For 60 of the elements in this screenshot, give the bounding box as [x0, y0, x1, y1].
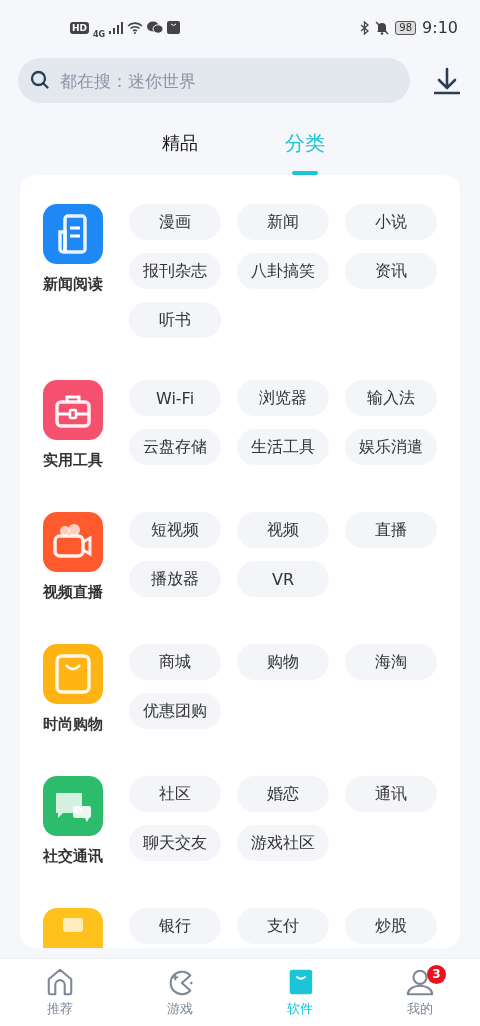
- tag-chip[interactable]: 婚恋: [237, 776, 329, 812]
- bag-icon: [167, 21, 181, 34]
- search-icon: [30, 70, 50, 90]
- tag-chip[interactable]: 优惠团购: [129, 693, 221, 729]
- category-icon[interactable]: [43, 204, 103, 264]
- nav-tab[interactable]: 推荐: [0, 959, 120, 1026]
- person-icon: [405, 967, 435, 997]
- muted-bell-icon: [375, 20, 390, 35]
- tag-chip[interactable]: 通讯: [345, 776, 437, 812]
- tab[interactable]: 精品: [155, 117, 204, 175]
- tag-chip[interactable]: 购物: [237, 644, 329, 680]
- hd-indicator: HD: [70, 21, 89, 34]
- category-name: 社交通讯: [43, 847, 103, 866]
- category-icon[interactable]: [43, 380, 103, 440]
- tag-chip[interactable]: 炒股: [345, 908, 437, 944]
- signal-icon: [109, 21, 124, 34]
- tag-chip[interactable]: 浏览器: [237, 380, 329, 416]
- home-icon: [45, 967, 75, 997]
- tag-chip[interactable]: 报刊杂志: [129, 253, 221, 289]
- clock: 9:10: [422, 18, 458, 37]
- tag-chip[interactable]: 支付: [237, 908, 329, 944]
- tag-chip[interactable]: 资讯: [345, 253, 437, 289]
- category-icon[interactable]: [43, 776, 103, 836]
- bluetooth-icon: [360, 20, 370, 35]
- tag-chip[interactable]: 漫画: [129, 204, 221, 240]
- tag-chip[interactable]: 小说: [345, 204, 437, 240]
- tag-chip[interactable]: 短视频: [129, 512, 221, 548]
- category-name: 时尚购物: [43, 715, 103, 734]
- category-icon[interactable]: [43, 644, 103, 704]
- tag-chip[interactable]: VR: [237, 561, 329, 597]
- tag-chip[interactable]: 视频: [237, 512, 329, 548]
- tag-chip[interactable]: 游戏社区: [237, 825, 329, 861]
- tag-chip[interactable]: 社区: [129, 776, 221, 812]
- tag-chip[interactable]: 八卦搞笑: [237, 253, 329, 289]
- tag-chip[interactable]: 云盘存储: [129, 429, 221, 465]
- battery-indicator: 98: [395, 20, 417, 35]
- category-name: 新闻阅读: [43, 275, 103, 294]
- nav-tab[interactable]: 游戏: [120, 959, 240, 1026]
- tag-chip[interactable]: 输入法: [345, 380, 437, 416]
- tag-chip[interactable]: 新闻: [237, 204, 329, 240]
- nav-tab[interactable]: 我的 3: [360, 959, 480, 1026]
- chat-bubbles-icon: [147, 21, 164, 34]
- category-name: 视频直播: [43, 583, 103, 602]
- category-name: 实用工具: [43, 451, 103, 470]
- wifi-icon: [127, 21, 144, 34]
- notification-badge: 3: [427, 965, 446, 984]
- tag-chip[interactable]: 聊天交友: [129, 825, 221, 861]
- tag-chip[interactable]: 播放器: [129, 561, 221, 597]
- tag-chip[interactable]: 海淘: [345, 644, 437, 680]
- download-icon[interactable]: [434, 66, 460, 95]
- tag-chip[interactable]: 商城: [129, 644, 221, 680]
- tag-chip[interactable]: 娱乐消遣: [345, 429, 437, 465]
- tag-chip[interactable]: 听书: [129, 302, 221, 338]
- tag-chip[interactable]: Wi-Fi: [129, 380, 221, 416]
- tag-chip[interactable]: 生活工具: [237, 429, 329, 465]
- tag-chip[interactable]: 直播: [345, 512, 437, 548]
- search-field[interactable]: 都在搜：迷你世界: [18, 58, 410, 103]
- network-type: 4G: [93, 30, 106, 39]
- category-icon[interactable]: [43, 512, 103, 572]
- tag-chip[interactable]: 银行: [129, 908, 221, 944]
